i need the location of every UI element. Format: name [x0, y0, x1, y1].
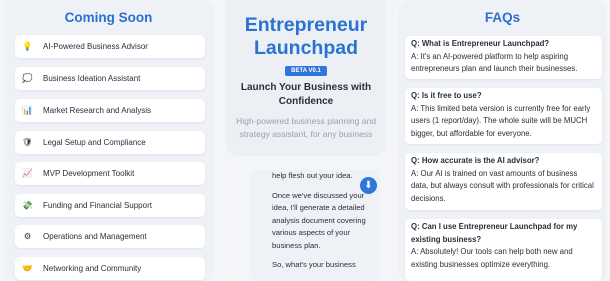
soon-item-funding[interactable]: 💸 Funding and Financial Support [15, 194, 205, 217]
soon-item-label: AI-Powered Business Advisor [43, 42, 148, 51]
soon-item-label: Business Ideation Assistant [43, 74, 141, 83]
beta-badge: BETA V0.1 [285, 66, 327, 76]
chat-line: help flesh out your idea. [272, 171, 353, 180]
soon-item-label: Market Research and Analysis [43, 106, 152, 115]
main-column: Entrepreneur Launchpad BETA V0.1 Launch … [226, 0, 386, 281]
download-icon: ⬇ [364, 180, 373, 191]
chat-line: So, what's your business [272, 260, 356, 269]
shield-icon: 🛡 [22, 137, 33, 147]
faqs-title: FAQs [484, 10, 521, 25]
tagline-line2: Confidence [278, 96, 334, 107]
tagline: Launch Your Business with Confidence [226, 81, 386, 109]
soon-item-mvp[interactable]: 📈 MVP Development Toolkit [15, 162, 205, 185]
lightbulb-icon: 💡 [22, 41, 33, 51]
app-title-line2: Launchpad [253, 37, 358, 59]
faq-question: Q: Is it free to use? [411, 91, 482, 100]
faq-item: Q: How accurate is the AI advisor? A: Ou… [405, 153, 602, 210]
trend-chart-icon: 📈 [22, 168, 33, 178]
gear-icon: ⚙ [23, 231, 32, 241]
app-title-line1: Entrepreneur [244, 14, 368, 36]
faq-answer: A: It's an AI-powered platform to help a… [411, 51, 578, 74]
faq-item: Q: What is Entrepreneur Launchpad? A: It… [405, 36, 602, 79]
soon-item-networking[interactable]: 🤝 Networking and Community [15, 257, 205, 280]
soon-item-label: Operations and Management [43, 232, 147, 241]
soon-item-label: MVP Development Toolkit [43, 169, 135, 178]
faq-question: Q: What is Entrepreneur Launchpad? [411, 39, 550, 48]
faq-answer: A: Absolutely! Our tools can help both n… [411, 247, 573, 269]
soon-item-label: Legal Setup and Compliance [43, 138, 146, 147]
soon-item-legal[interactable]: 🛡 Legal Setup and Compliance [15, 131, 205, 154]
soon-item-ideation[interactable]: 💭 Business Ideation Assistant [15, 67, 205, 90]
handshake-icon: 🤝 [22, 263, 33, 273]
app-title: Entrepreneur Launchpad [226, 14, 386, 60]
soon-item-label: Funding and Financial Support [43, 201, 152, 210]
soon-item-ai-advisor[interactable]: 💡 AI-Powered Business Advisor [15, 35, 205, 58]
faq-answer: A: Our AI is trained on vast amounts of … [411, 168, 594, 203]
faq-question: Q: How accurate is the AI advisor? [411, 156, 540, 165]
hero-subtitle: High-powered business planning and strat… [236, 116, 376, 139]
faqs-panel: FAQs Q: What is Entrepreneur Launchpad? … [399, 0, 606, 281]
assistant-message: help flesh out your idea. Once we've dis… [272, 170, 367, 279]
tagline-line1: Launch Your Business with [240, 82, 372, 93]
chat-line: Once we've discussed your idea, I'll gen… [272, 190, 366, 250]
faq-question: Q: Can I use Entrepreneur Launchpad for … [411, 222, 578, 244]
coming-soon-panel: Coming Soon 💡 AI-Powered Business Adviso… [4, 0, 213, 281]
faq-answer: A: This limited beta version is currentl… [411, 103, 591, 138]
speech-bubble-icon: 💭 [22, 73, 33, 83]
faq-item: Q: Is it free to use? A: This limited be… [405, 88, 602, 144]
download-button[interactable]: ⬇ [360, 177, 377, 194]
hero-card: Entrepreneur Launchpad BETA V0.1 Launch … [226, 0, 386, 156]
money-icon: 💸 [22, 200, 33, 210]
soon-item-market-research[interactable]: 📊 Market Research and Analysis [15, 99, 205, 122]
soon-item-label: Networking and Community [43, 264, 142, 273]
faq-item: Q: Can I use Entrepreneur Launchpad for … [405, 219, 602, 281]
coming-soon-title: Coming Soon [64, 10, 153, 25]
soon-item-operations[interactable]: ⚙ Operations and Management [15, 225, 205, 248]
bar-chart-icon: 📊 [22, 105, 33, 115]
